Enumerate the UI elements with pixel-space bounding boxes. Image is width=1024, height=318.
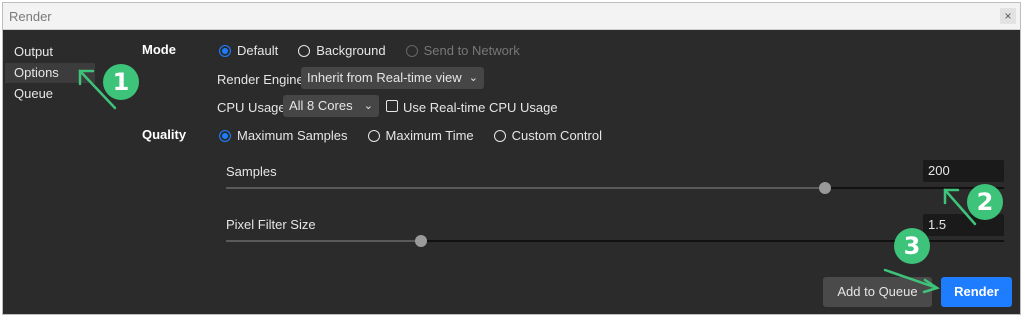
window-title: Render [9,9,52,24]
quality-radio-group: Maximum Samples Maximum Time Custom Cont… [219,128,622,143]
add-to-queue-button[interactable]: Add to Queue [823,277,932,307]
pixel-filter-slider-thumb[interactable] [414,235,427,247]
annotation-badge-3: 3 [894,228,930,264]
render-engine-select[interactable]: Inherit from Real-time view ⌄ [301,67,484,89]
mode-background-radio[interactable]: Background [298,43,386,58]
annotation-badge-1: 1 [103,64,139,100]
cpu-usage-label: CPU Usage [217,100,286,115]
sidebar: Output Options Queue [5,42,95,105]
radio-icon [367,129,380,142]
pixel-filter-slider-track[interactable] [226,240,1004,242]
cpu-usage-value: All 8 Cores [289,98,353,113]
pixel-filter-label: Pixel Filter Size [226,217,316,232]
annotation-badge-2: 2 [967,184,1003,220]
realtime-cpu-checkbox[interactable] [386,100,398,112]
mode-default-radio[interactable]: Default [219,43,278,58]
radio-label: Custom Control [511,128,602,143]
samples-label: Samples [226,164,277,179]
render-window: Render × Output Options Queue Mode Defau… [2,2,1021,315]
radio-selected-icon [219,44,231,57]
samples-slider-track[interactable] [226,187,1004,189]
sidebar-item-options[interactable]: Options [5,63,95,83]
mode-send-to-network-radio: Send to Network [405,43,520,58]
render-engine-value: Inherit from Real-time view [307,70,462,85]
samples-slider-thumb[interactable] [819,182,832,194]
radio-icon [298,44,311,57]
radio-selected-icon [219,129,231,142]
radio-label: Maximum Samples [237,128,348,143]
sidebar-item-queue[interactable]: Queue [5,84,95,104]
samples-input[interactable]: 200 [923,160,1004,182]
title-bar: Render × [3,3,1020,30]
realtime-cpu-label: Use Real-time CPU Usage [403,100,558,115]
radio-icon [405,44,418,57]
quality-section-label: Quality [142,127,187,142]
chevron-down-icon: ⌄ [363,100,373,112]
radio-label: Maximum Time [385,128,474,143]
render-button[interactable]: Render [941,277,1012,307]
chevron-down-icon: ⌄ [468,72,478,84]
radio-label: Default [237,43,279,58]
quality-custom-control-radio[interactable]: Custom Control [493,128,602,143]
radio-icon [493,129,506,142]
quality-max-samples-radio[interactable]: Maximum Samples [219,128,348,143]
mode-section-label: Mode [142,42,176,57]
close-icon[interactable]: × [1000,8,1016,24]
radio-label: Send to Network [423,43,520,58]
mode-radio-group: Default Background Send to Network [219,43,540,58]
render-engine-label: Render Engine [217,72,304,87]
quality-max-time-radio[interactable]: Maximum Time [367,128,474,143]
radio-label: Background [316,43,386,58]
cpu-usage-select[interactable]: All 8 Cores ⌄ [283,95,379,117]
sidebar-item-output[interactable]: Output [5,42,95,62]
